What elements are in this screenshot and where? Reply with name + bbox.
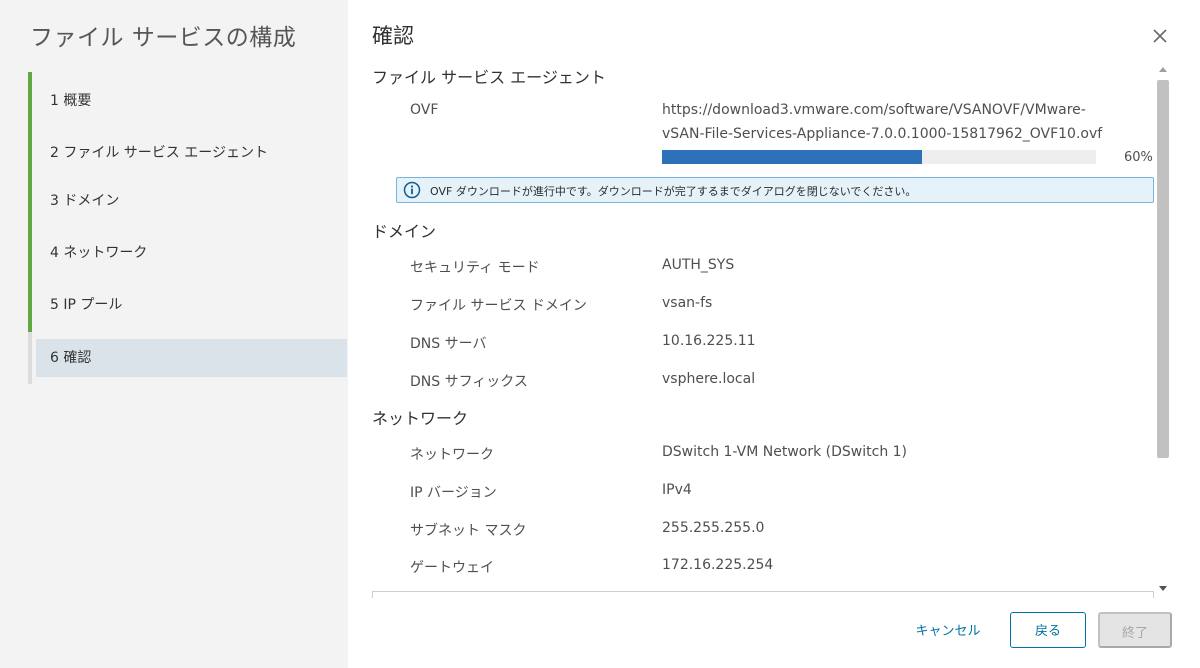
section-header-network: ネットワーク (372, 409, 469, 428)
step-network[interactable]: 4 ネットワーク (36, 234, 347, 272)
row-label: ネットワーク (410, 447, 494, 463)
wizard-title: ファイル サービスの構成 (30, 25, 297, 51)
back-button[interactable]: 戻る (1010, 612, 1086, 648)
step-overview[interactable]: 1 概要 (36, 82, 347, 120)
row-label: DNS サフィックス (410, 374, 528, 390)
step-review[interactable]: 6 確認 (36, 339, 347, 377)
section-header-agent: ファイル サービス エージェント (372, 68, 606, 87)
scroll-down-arrow-icon[interactable] (1159, 586, 1167, 591)
content-scrollbar[interactable] (1157, 62, 1169, 600)
row-value: 10.16.225.11 (662, 333, 756, 349)
row-value: DSwitch 1-VM Network (DSwitch 1) (662, 444, 908, 460)
step-file-service-agent[interactable]: 2 ファイル サービス エージェント (36, 134, 347, 172)
row-value: 172.16.225.254 (662, 557, 774, 573)
row-value: vsan-fs (662, 295, 713, 311)
scroll-thumb[interactable] (1157, 80, 1169, 458)
scroll-up-arrow-icon[interactable] (1159, 67, 1167, 72)
ovf-url-line2: vSAN-File-Services-Appliance-7.0.0.1000-… (662, 126, 1103, 142)
close-icon[interactable] (1148, 24, 1172, 48)
row-value: IPv4 (662, 482, 692, 498)
cancel-button[interactable]: キャンセル (900, 612, 996, 648)
step-progress-bar-remaining (28, 332, 32, 384)
row-label: サブネット マスク (410, 523, 527, 539)
row-label: セキュリティ モード (410, 260, 540, 276)
wizard-sidebar: ファイル サービスの構成 1 概要 2 ファイル サービス エージェント 3 ド… (0, 0, 348, 668)
section-header-domain: ドメイン (372, 222, 437, 241)
ovf-url-line1: https://download3.vmware.com/software/VS… (662, 102, 1086, 118)
ip-pool-table-edge (372, 591, 1154, 598)
row-label: ゲートウェイ (410, 560, 494, 576)
row-label: ファイル サービス ドメイン (410, 298, 587, 314)
page-title: 確認 (372, 24, 414, 48)
finish-button[interactable]: 終了 (1098, 612, 1172, 648)
info-message: OVF ダウンロードが進行中です。ダウンロードが完了するまでダイアログを閉じない… (430, 185, 917, 198)
ovf-label: OVF (410, 102, 439, 118)
row-label: DNS サーバ (410, 336, 487, 352)
step-progress-bar (28, 72, 32, 332)
row-value: 255.255.255.0 (662, 520, 765, 536)
row-label: IP バージョン (410, 485, 497, 501)
step-domain[interactable]: 3 ドメイン (36, 182, 347, 220)
step-ip-pool[interactable]: 5 IP プール (36, 286, 347, 324)
row-value: vsphere.local (662, 371, 756, 387)
info-banner: OVF ダウンロードが進行中です。ダウンロードが完了するまでダイアログを閉じない… (396, 177, 1154, 203)
info-icon (403, 181, 421, 199)
download-progress-fill (662, 150, 923, 164)
download-progress-bar (662, 150, 1096, 164)
row-value: AUTH_SYS (662, 257, 735, 273)
download-progress-text: 60% (1124, 150, 1153, 165)
review-content: ファイル サービス エージェント OVF https://download3.v… (372, 58, 1158, 598)
